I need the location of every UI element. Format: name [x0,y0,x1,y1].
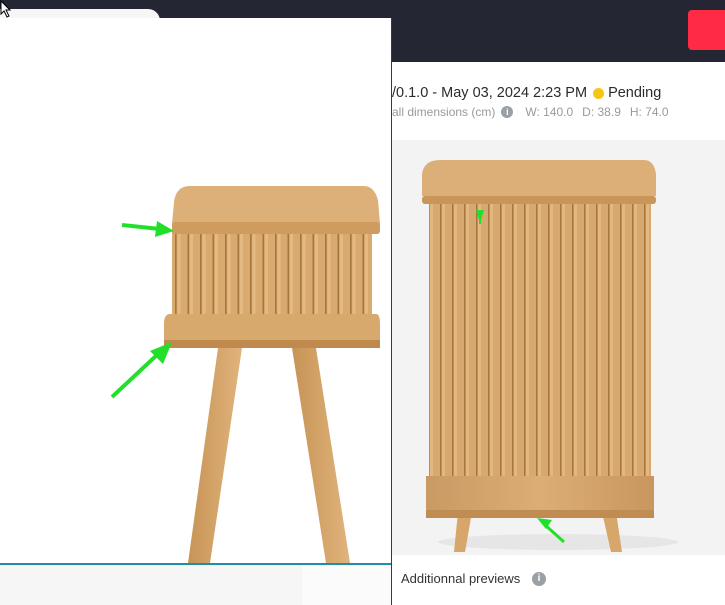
info-icon[interactable]: i [501,106,514,118]
footer-cell [302,565,391,605]
side-preview-footer [0,563,391,605]
dimensions-line: all dimensions (cm) i W: 140.0 D: 38.9 H… [392,104,678,120]
info-icon[interactable]: i [532,572,546,586]
action-button[interactable] [688,10,725,50]
arrow-annotation-icon [155,221,174,237]
additional-previews-bar: Additionnal previews i [392,555,725,605]
main-preview[interactable] [392,140,725,555]
status-dot-icon [593,87,605,99]
cabinet-side-image [110,186,380,563]
dimensions-label: all dimensions (cm) [392,105,496,119]
cursor-icon [0,0,12,18]
version-label: /0.1.0 - May 03, 2024 2:23 PM [392,85,588,101]
dimension-depth: D: 38.9 [582,105,621,119]
dimension-height: H: 74.0 [629,105,669,119]
cabinet-front-image [422,160,678,552]
version-line: /0.1.0 - May 03, 2024 2:23 PM Pending [392,83,661,103]
right-panel: /0.1.0 - May 03, 2024 2:23 PM Pending al… [392,62,725,605]
side-preview-panel[interactable] [0,18,392,605]
dimension-width: W: 140.0 [525,105,574,119]
status-badge: Pending [608,85,662,101]
additional-previews-label: Additionnal previews [401,571,521,586]
